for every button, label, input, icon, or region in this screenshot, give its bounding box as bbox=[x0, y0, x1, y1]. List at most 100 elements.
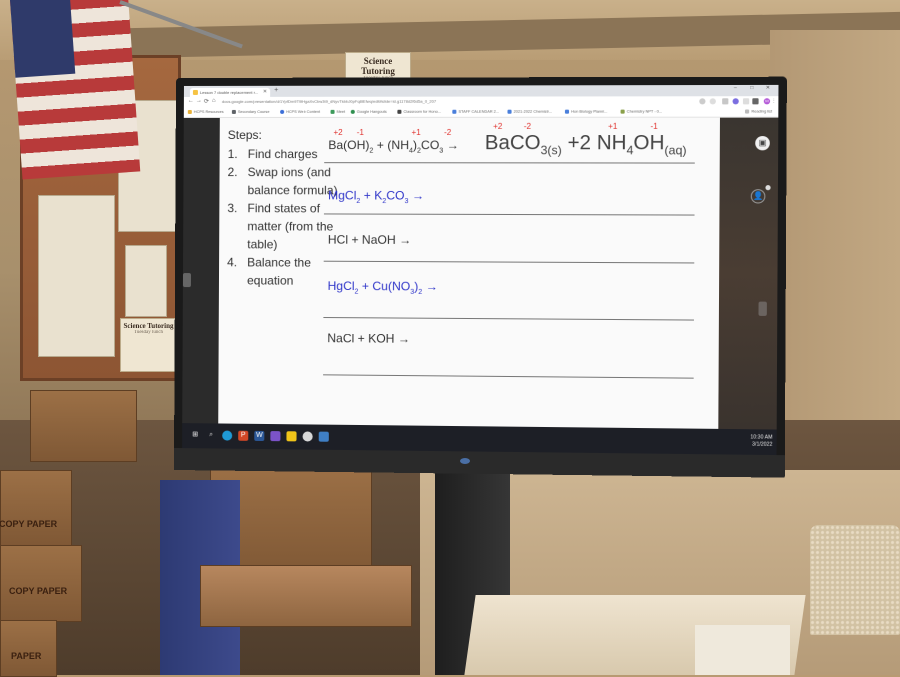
cardboard-box bbox=[30, 390, 137, 462]
charge-label: +2 bbox=[493, 121, 503, 131]
answer-line bbox=[323, 260, 695, 264]
share-icon[interactable] bbox=[699, 98, 706, 105]
bookmark[interactable]: STAFF CALENDAR 2... bbox=[452, 110, 499, 114]
bookmark-label: 2021-2022 Chemistr... bbox=[513, 109, 552, 114]
bookmark[interactable]: HCPS Web Content bbox=[280, 110, 320, 114]
power-indicator bbox=[460, 458, 470, 464]
slide-viewer: Steps: 1. Find charges 2. Swap ions (and b… bbox=[182, 117, 779, 430]
menu-icon[interactable]: ⋮ bbox=[771, 98, 777, 104]
forward-button[interactable]: → bbox=[196, 98, 202, 104]
bookmark[interactable]: 2021-2022 Chemistr... bbox=[507, 109, 552, 114]
notice-poster bbox=[125, 245, 167, 317]
next-slide-handle[interactable] bbox=[758, 301, 767, 316]
product-formula: OH bbox=[633, 131, 665, 155]
american-flag bbox=[10, 0, 141, 180]
home-button[interactable]: ⌂ bbox=[212, 98, 216, 104]
step-text: Find states of matter (from the table) bbox=[247, 201, 334, 252]
bookmark[interactable]: Hon Biology Planni... bbox=[564, 109, 608, 114]
extension-icon[interactable] bbox=[722, 98, 729, 105]
coefficient: +2 bbox=[567, 131, 592, 155]
step-text: Balance the equation bbox=[247, 255, 311, 288]
edge-icon[interactable] bbox=[222, 430, 233, 441]
teams-icon[interactable] bbox=[270, 431, 281, 442]
bookmark-label: Hon Biology Planni... bbox=[571, 109, 608, 114]
slides-favicon-icon bbox=[192, 89, 198, 95]
formula: HgCl bbox=[327, 278, 355, 294]
hangouts-icon bbox=[350, 109, 355, 114]
prev-slide-handle[interactable] bbox=[182, 273, 191, 288]
bookmark[interactable]: Secondary Course bbox=[231, 109, 270, 114]
bookmark[interactable]: Chemistry NPT - 0... bbox=[620, 110, 662, 114]
subscript: 4 bbox=[626, 143, 634, 158]
extensions-puzzle-icon[interactable] bbox=[752, 98, 759, 105]
subscript: 3 bbox=[439, 147, 444, 155]
bookmark[interactable]: HCPS Resources bbox=[187, 109, 224, 114]
basket bbox=[810, 525, 900, 635]
extension-icon[interactable] bbox=[742, 98, 750, 105]
new-tab-button[interactable]: + bbox=[274, 87, 278, 94]
onedrive-icon[interactable] bbox=[302, 431, 313, 442]
bookmark-label: STAFF CALENDAR 2... bbox=[458, 109, 500, 114]
bookmark-label: HCPS Resources bbox=[193, 109, 224, 114]
step-number: 4. bbox=[227, 255, 238, 270]
bookmark-label: HCPS Web Content bbox=[286, 109, 321, 114]
close-window-button[interactable]: ✕ bbox=[766, 85, 770, 91]
equation-4: HgCl2 + Cu(NO3)2 → bbox=[328, 279, 438, 296]
maximize-button[interactable]: □ bbox=[750, 85, 753, 91]
file-explorer-icon[interactable] bbox=[286, 431, 297, 442]
user-icon[interactable]: 👤 bbox=[750, 189, 766, 204]
formula: CO bbox=[420, 138, 440, 153]
step-number: 3. bbox=[227, 201, 238, 216]
reading-list[interactable]: Reading list bbox=[745, 109, 773, 114]
powerpoint-icon[interactable]: P bbox=[238, 430, 249, 441]
bookmark-icon bbox=[187, 109, 192, 114]
paper-box: COPY PAPER bbox=[0, 545, 82, 622]
sign-subtitle: Tuesday lunch bbox=[133, 330, 164, 335]
periodic-table-poster bbox=[38, 195, 115, 357]
reload-button[interactable]: ⟳ bbox=[204, 98, 209, 105]
steps-list: Steps: 1. Find charges 2. Swap ions (and b… bbox=[227, 126, 339, 290]
system-clock[interactable]: 10:30 AM 3/1/2022 bbox=[750, 434, 772, 449]
formula: + K bbox=[360, 188, 383, 203]
bookmark[interactable]: Google Hangouts bbox=[350, 109, 387, 114]
sign-title: Science Tutoring bbox=[361, 56, 395, 76]
sign-title: Science Tutoring bbox=[123, 322, 174, 330]
docs-icon bbox=[452, 109, 457, 114]
paper-box: PAPER bbox=[0, 620, 57, 677]
bookmark-label: Secondary Course bbox=[237, 109, 270, 114]
equation-3: HCl + NaOH → bbox=[328, 233, 412, 247]
chair-seat bbox=[200, 565, 412, 627]
arrow: → bbox=[446, 138, 459, 153]
subscript: 2 bbox=[369, 147, 374, 155]
whiteboard-icon[interactable] bbox=[318, 431, 329, 442]
bookmark[interactable]: Meet bbox=[330, 109, 346, 114]
tab-close-icon[interactable]: ✕ bbox=[263, 88, 267, 97]
back-button[interactable]: ← bbox=[188, 98, 194, 104]
answer-line bbox=[323, 317, 694, 321]
step-item: 2. Swap ions (and balance formula) bbox=[227, 163, 338, 199]
browser-tab-bar: Lesson 7 double replacement r... ✕ + – □… bbox=[183, 84, 779, 97]
minimize-button[interactable]: – bbox=[734, 85, 737, 91]
extension-icon[interactable] bbox=[732, 98, 739, 105]
step-text: Find charges bbox=[247, 147, 318, 162]
formula: Ba(OH) bbox=[328, 138, 370, 153]
word-icon[interactable]: W bbox=[254, 430, 265, 442]
bookmark[interactable]: Classroom for Hono... bbox=[397, 110, 441, 114]
step-text: Swap ions (and balance formula) bbox=[247, 165, 338, 198]
browser-tab[interactable]: Lesson 7 double replacement r... ✕ bbox=[189, 87, 271, 97]
equation-1-products: BaCO3(s) +2 NH4OH(aq) bbox=[485, 132, 687, 157]
search-icon[interactable]: ⌕ bbox=[206, 430, 216, 440]
charge-label: +1 bbox=[411, 127, 421, 138]
charge-label: +2 bbox=[333, 127, 343, 138]
notes-icon[interactable]: ▣ bbox=[755, 136, 770, 151]
charge-label: -1 bbox=[356, 127, 364, 138]
formula: + Cu(NO bbox=[358, 278, 411, 294]
address-bar[interactable]: docs.google.com/presentation/d/1YpfDm9T9… bbox=[222, 97, 650, 106]
equation-2: MgCl2 + K2CO3 → bbox=[328, 188, 424, 205]
profile-avatar[interactable]: M bbox=[763, 98, 771, 105]
bookmark-label: Meet bbox=[336, 109, 346, 114]
box-label: COPY PAPER bbox=[9, 586, 68, 596]
star-icon[interactable] bbox=[709, 98, 716, 105]
reading-list-label: Reading list bbox=[751, 109, 773, 114]
windows-start-icon[interactable]: ⊞ bbox=[190, 430, 200, 440]
